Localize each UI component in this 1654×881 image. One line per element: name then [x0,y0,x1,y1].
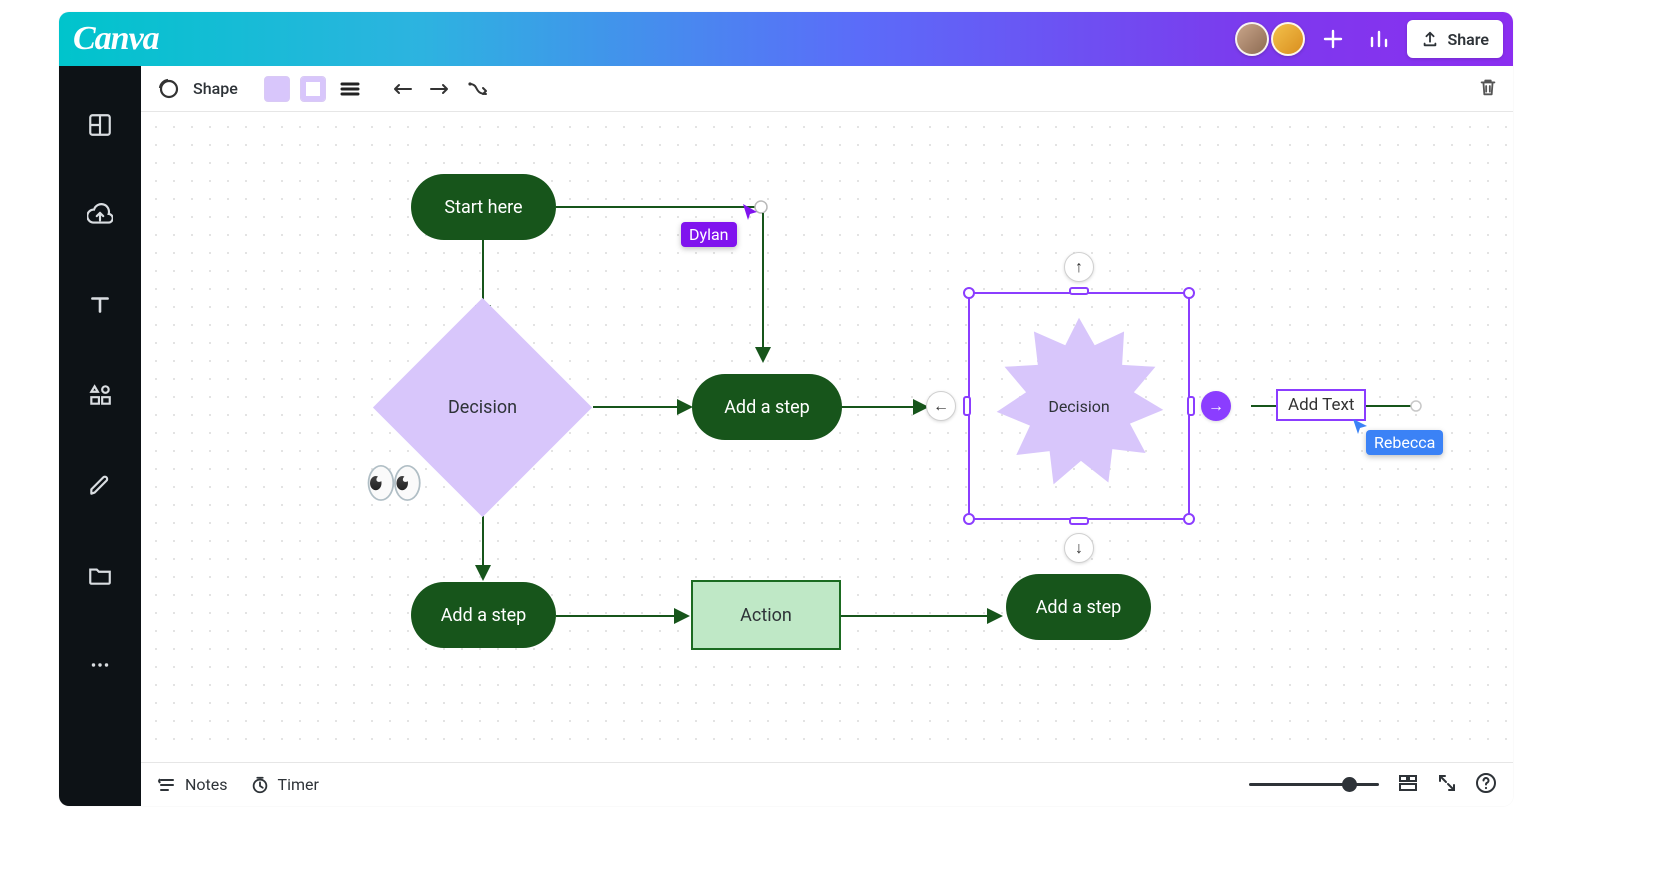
logo[interactable]: Canva [73,20,159,58]
border-weight-icon[interactable] [336,75,364,103]
footer: Notes Timer [141,762,1513,806]
avatar-user-2[interactable] [1271,22,1305,56]
border-color-swatch[interactable] [300,76,326,102]
share-label: Share [1447,30,1489,49]
node-start[interactable]: Start here [411,174,556,240]
add-text-label: Add Text [1288,395,1354,415]
notes-label: Notes [185,775,228,794]
draw-button[interactable] [79,464,121,506]
node-action-label: Action [740,605,792,626]
node-decision-2-label: Decision [1048,397,1109,416]
node-decision-2[interactable]: Decision [981,308,1177,504]
cursor-rebecca: Rebecca [1366,430,1443,455]
text-button[interactable] [79,284,121,326]
anchor-left[interactable]: ← [926,391,956,421]
grid-view-button[interactable] [1397,772,1419,798]
shape-icon[interactable] [155,75,183,103]
line-elbow-icon[interactable] [464,75,492,103]
canvas[interactable]: Start here Decision 👀 Add a step ↑ ↓ ← → [141,112,1513,762]
uploads-button[interactable] [79,194,121,236]
node-addstep-bottom-label: Add a step [441,605,527,626]
app-frame: Canva Share [59,12,1513,806]
add-member-button[interactable] [1315,21,1351,57]
notes-button[interactable]: Notes [157,775,228,795]
help-button[interactable] [1475,772,1497,798]
line-right-icon[interactable] [426,75,454,103]
fullscreen-button[interactable] [1437,773,1457,797]
elements-button[interactable] [79,374,121,416]
shape-label: Shape [193,79,238,98]
timer-icon [250,775,270,795]
anchor-right[interactable]: → [1201,391,1231,421]
cursor-dylan: Dylan [681,222,737,247]
fill-color-swatch[interactable] [264,76,290,102]
topbar: Canva Share [59,12,1513,66]
node-addstep-mid[interactable]: Add a step [692,374,842,440]
node-addstep-right-label: Add a step [1036,597,1122,618]
analytics-button[interactable] [1361,21,1397,57]
notes-icon [157,775,177,795]
eyes-sticker[interactable]: 👀 [364,457,424,509]
avatar-user-1[interactable] [1235,22,1269,56]
more-button[interactable] [79,644,121,686]
context-toolbar: Shape [141,66,1513,112]
cursor-dylan-pointer [741,202,761,222]
delete-button[interactable] [1477,76,1499,102]
node-addstep-bottom[interactable]: Add a step [411,582,556,648]
anchor-up[interactable]: ↑ [1064,252,1094,282]
node-addstep-right[interactable]: Add a step [1006,574,1151,640]
line-left-icon[interactable] [388,75,416,103]
node-decision-1-label: Decision [448,397,517,418]
node-start-label: Start here [444,197,522,218]
templates-button[interactable] [79,104,121,146]
anchor-down[interactable]: ↓ [1064,533,1094,563]
share-button[interactable]: Share [1407,20,1503,58]
zoom-slider[interactable] [1249,783,1379,786]
timer-label: Timer [278,775,319,794]
timer-button[interactable]: Timer [250,775,319,795]
node-action[interactable]: Action [691,580,841,650]
upload-icon [1421,30,1439,48]
node-addstep-mid-label: Add a step [724,397,810,418]
side-rail [59,66,141,806]
projects-button[interactable] [79,554,121,596]
